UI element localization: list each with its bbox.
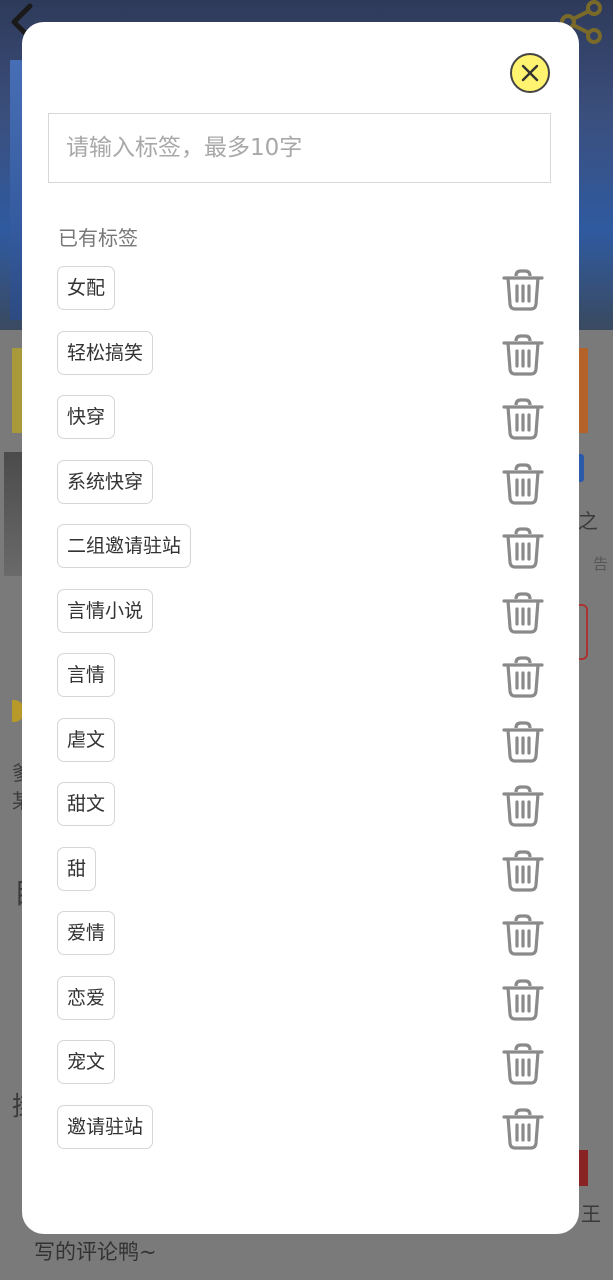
tag-row: 女配 (22, 266, 579, 314)
tag-row: 言情 (22, 653, 579, 701)
tag-chip[interactable]: 虐文 (57, 718, 116, 762)
trash-icon[interactable] (500, 1042, 546, 1086)
close-button[interactable] (510, 53, 550, 93)
tag-chip[interactable]: 爱情 (57, 911, 116, 955)
tag-row: 甜文 (22, 782, 579, 830)
trash-icon[interactable] (500, 268, 546, 312)
background-side-text: 之 (578, 509, 598, 533)
tag-chip[interactable]: 轻松搞笑 (57, 331, 154, 375)
tag-chip[interactable]: 女配 (57, 266, 116, 310)
background-thumbnail (4, 452, 24, 576)
background-ad-label: 告 (593, 555, 609, 573)
trash-icon[interactable] (500, 655, 546, 699)
tag-chip[interactable]: 邀请驻站 (57, 1105, 154, 1149)
tag-chip[interactable]: 宠文 (57, 1040, 116, 1084)
tag-chip[interactable]: 快穿 (57, 395, 116, 439)
trash-icon[interactable] (500, 591, 546, 635)
tag-row: 邀请驻站 (22, 1105, 579, 1153)
tag-editor-dialog: 已有标签 女配轻松搞笑快穿系统快穿二组邀请驻站言情小说言情虐文甜文甜爱情恋爱宠文… (22, 22, 579, 1234)
trash-icon[interactable] (500, 333, 546, 377)
tag-row: 系统快穿 (22, 460, 579, 508)
tag-input[interactable] (48, 113, 551, 183)
trash-icon[interactable] (500, 784, 546, 828)
tag-chip[interactable]: 恋爱 (57, 976, 116, 1020)
background-right-glyph: 王 (581, 1202, 601, 1226)
tag-row: 二组邀请驻站 (22, 524, 579, 572)
tag-row: 恋爱 (22, 976, 579, 1024)
tag-row: 甜 (22, 847, 579, 895)
tag-chip[interactable]: 甜 (57, 847, 97, 891)
tag-chip[interactable]: 言情小说 (57, 589, 154, 633)
background-outlined-button (578, 604, 588, 660)
tag-row: 虐文 (22, 718, 579, 766)
trash-icon[interactable] (500, 913, 546, 957)
tag-chip[interactable]: 甜文 (57, 782, 116, 826)
trash-icon[interactable] (500, 462, 546, 506)
close-icon (521, 64, 539, 82)
tag-row: 轻松搞笑 (22, 331, 579, 379)
tag-row: 言情小说 (22, 589, 579, 637)
trash-icon[interactable] (500, 526, 546, 570)
trash-icon[interactable] (500, 1107, 546, 1151)
tag-row: 宠文 (22, 1040, 579, 1088)
tag-row: 爱情 (22, 911, 579, 959)
tag-chip[interactable]: 系统快穿 (57, 460, 154, 504)
background-comment-text: 写的评论鸭~ (34, 1240, 157, 1264)
tag-row: 快穿 (22, 395, 579, 443)
trash-icon[interactable] (500, 397, 546, 441)
trash-icon[interactable] (500, 849, 546, 893)
background-card-edge-right (578, 348, 588, 433)
trash-icon[interactable] (500, 978, 546, 1022)
tag-chip[interactable]: 言情 (57, 653, 116, 697)
trash-icon[interactable] (500, 720, 546, 764)
existing-tags-label: 已有标签 (58, 226, 138, 250)
background-red-thumbnail (578, 1150, 588, 1186)
tag-chip[interactable]: 二组邀请驻站 (57, 524, 192, 568)
